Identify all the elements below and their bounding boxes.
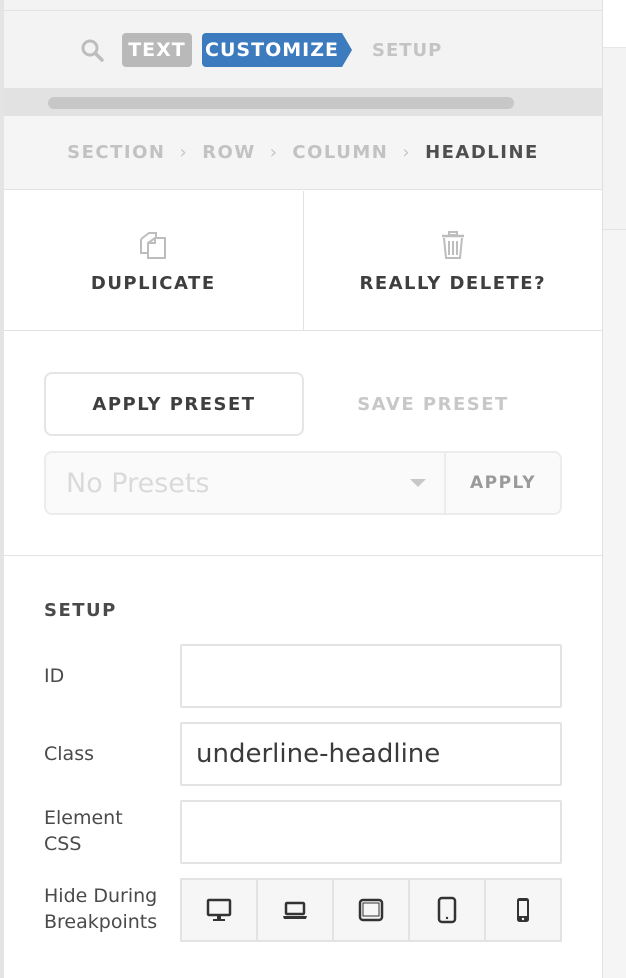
laptop-icon bbox=[283, 901, 307, 919]
preset-select[interactable]: No Presets bbox=[44, 451, 444, 515]
save-preset-tab[interactable]: SAVE PRESET bbox=[304, 372, 562, 436]
duplicate-label: DUPLICATE bbox=[90, 273, 216, 294]
apply-preset-button[interactable]: APPLY bbox=[444, 451, 562, 515]
class-label: Class bbox=[44, 743, 94, 765]
chevron-right-icon: › bbox=[269, 142, 279, 163]
element-css-label: Element CSS bbox=[44, 805, 123, 857]
chevron-right-icon: › bbox=[402, 142, 412, 163]
hide-tablet-landscape-toggle[interactable] bbox=[332, 880, 408, 940]
delete-button[interactable]: REALLY DELETE? bbox=[302, 191, 603, 330]
hide-desktop-toggle[interactable] bbox=[182, 880, 256, 940]
id-label: ID bbox=[44, 665, 65, 687]
tablet-portrait-icon bbox=[437, 896, 457, 924]
desktop-icon bbox=[206, 898, 232, 921]
trash-icon bbox=[441, 231, 464, 259]
caret-down-icon bbox=[410, 479, 426, 487]
tab-setup[interactable]: SETUP bbox=[372, 33, 442, 67]
breadcrumb-section[interactable]: SECTION bbox=[67, 142, 165, 163]
element-css-field[interactable] bbox=[180, 800, 562, 864]
preset-select-placeholder: No Presets bbox=[66, 467, 210, 499]
hide-tablet-portrait-toggle[interactable] bbox=[408, 880, 484, 940]
duplicate-icon bbox=[140, 232, 167, 259]
presets-section: APPLY PRESET SAVE PRESET No Presets APPL… bbox=[4, 332, 602, 556]
tab-customize[interactable]: CUSTOMIZE bbox=[202, 33, 342, 67]
breakpoint-toggles bbox=[180, 878, 562, 942]
class-field[interactable] bbox=[180, 722, 562, 786]
divider bbox=[4, 10, 602, 11]
hide-breakpoints-label-line2: Breakpoints bbox=[44, 911, 158, 933]
chevron-right-icon: › bbox=[179, 142, 189, 163]
breadcrumb-headline: HEADLINE bbox=[425, 142, 539, 163]
hide-phone-toggle[interactable] bbox=[484, 880, 560, 940]
delete-label: REALLY DELETE? bbox=[359, 273, 547, 294]
backdrop bbox=[603, 48, 626, 230]
top-navigation: TEXT CUSTOMIZE SETUP bbox=[4, 0, 602, 116]
breadcrumb-row[interactable]: ROW bbox=[202, 142, 256, 163]
duplicate-button[interactable]: DUPLICATE bbox=[4, 191, 303, 330]
breadcrumb: SECTION › ROW › COLUMN › HEADLINE bbox=[4, 116, 602, 190]
tablet-landscape-icon bbox=[358, 898, 384, 922]
backdrop bbox=[603, 230, 626, 978]
search-icon[interactable] bbox=[80, 38, 104, 62]
hide-breakpoints-label: Hide During Breakpoints bbox=[44, 883, 157, 935]
hide-laptop-toggle[interactable] bbox=[256, 880, 332, 940]
scrollbar-thumb[interactable] bbox=[48, 97, 514, 109]
inspector-panel: TEXT CUSTOMIZE SETUP SECTION › ROW › COL… bbox=[0, 0, 603, 978]
breadcrumb-column[interactable]: COLUMN bbox=[292, 142, 388, 163]
tab-text[interactable]: TEXT bbox=[122, 33, 192, 67]
setup-heading: SETUP bbox=[44, 600, 117, 621]
element-actions: DUPLICATE REALLY DELETE? bbox=[4, 191, 602, 331]
apply-preset-tab[interactable]: APPLY PRESET bbox=[44, 372, 304, 436]
element-css-label-line2: CSS bbox=[44, 833, 82, 855]
phone-icon bbox=[517, 898, 529, 922]
tab-customize-arrow bbox=[342, 33, 352, 67]
backdrop bbox=[603, 0, 626, 48]
id-field[interactable] bbox=[180, 644, 562, 708]
hide-breakpoints-label-line1: Hide During bbox=[44, 885, 158, 907]
element-css-label-line1: Element bbox=[44, 807, 123, 829]
